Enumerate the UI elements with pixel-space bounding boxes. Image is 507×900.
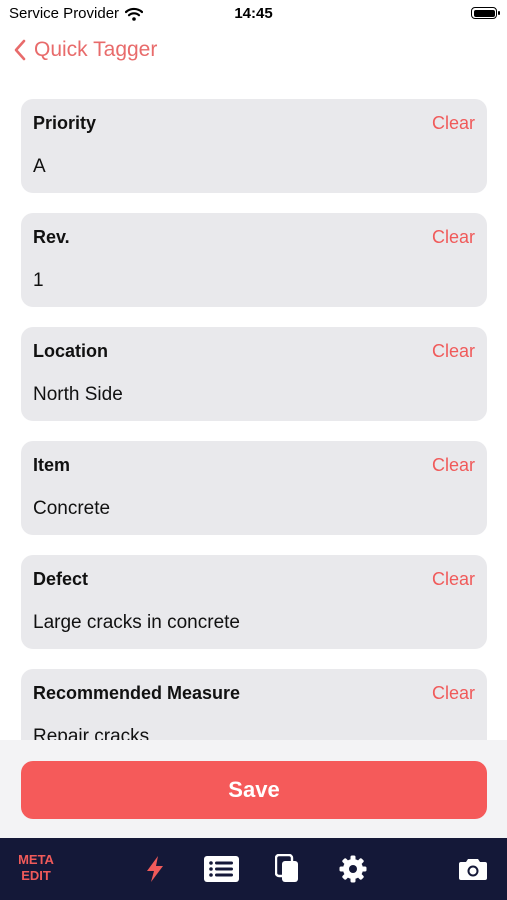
field-value[interactable]: 1 [33,270,44,292]
field-label: Defect [33,569,89,589]
field-label: Rev. [33,227,70,247]
chevron-left-icon [14,39,26,61]
clear-button[interactable]: Clear [432,227,475,248]
clear-button[interactable]: Clear [432,341,475,362]
field-card-rev[interactable]: Rev. Clear 1 [21,213,487,307]
navigation-bar: Quick Tagger [0,30,507,74]
field-label: Location [33,341,108,361]
field-value[interactable]: Large cracks in concrete [33,612,240,634]
field-value[interactable]: Concrete [33,498,110,520]
field-label: Priority [33,113,97,133]
clear-button[interactable]: Clear [432,455,475,476]
clear-button[interactable]: Clear [432,683,475,704]
lightning-icon[interactable] [144,855,166,883]
field-value[interactable]: A [33,156,46,178]
clear-button[interactable]: Clear [432,569,475,590]
field-label: Recommended Measure [33,683,241,703]
status-bar: Service Provider 14:45 [0,0,507,28]
meta-edit-line1: META [18,852,54,867]
field-label: Item [33,455,71,475]
back-label: Quick Tagger [34,38,158,61]
status-time: 14:45 [234,5,273,22]
battery-icon [471,7,500,19]
gear-icon[interactable] [339,855,367,883]
clear-button[interactable]: Clear [432,113,475,134]
tab-bar: META EDIT [0,838,507,900]
copy-icon[interactable] [275,854,300,884]
meta-edit-tab[interactable]: META EDIT [18,852,54,884]
field-list[interactable]: Priority Clear A Rev. Clear 1 Location C… [0,84,507,740]
field-value[interactable]: North Side [33,384,123,406]
field-card-recommended-measure[interactable]: Recommended Measure Clear Repair cracks [21,669,487,740]
meta-edit-line2: EDIT [21,868,51,883]
save-panel: Save [0,740,507,838]
field-card-priority[interactable]: Priority Clear A [21,99,487,193]
field-card-location[interactable]: Location Clear North Side [21,327,487,421]
back-button[interactable]: Quick Tagger [14,38,157,62]
camera-icon[interactable] [458,858,488,881]
list-icon[interactable] [204,856,239,882]
field-value[interactable]: Repair cracks [33,726,149,740]
field-card-defect[interactable]: Defect Clear Large cracks in concrete [21,555,487,649]
save-button[interactable]: Save [21,761,487,819]
field-card-item[interactable]: Item Clear Concrete [21,441,487,535]
